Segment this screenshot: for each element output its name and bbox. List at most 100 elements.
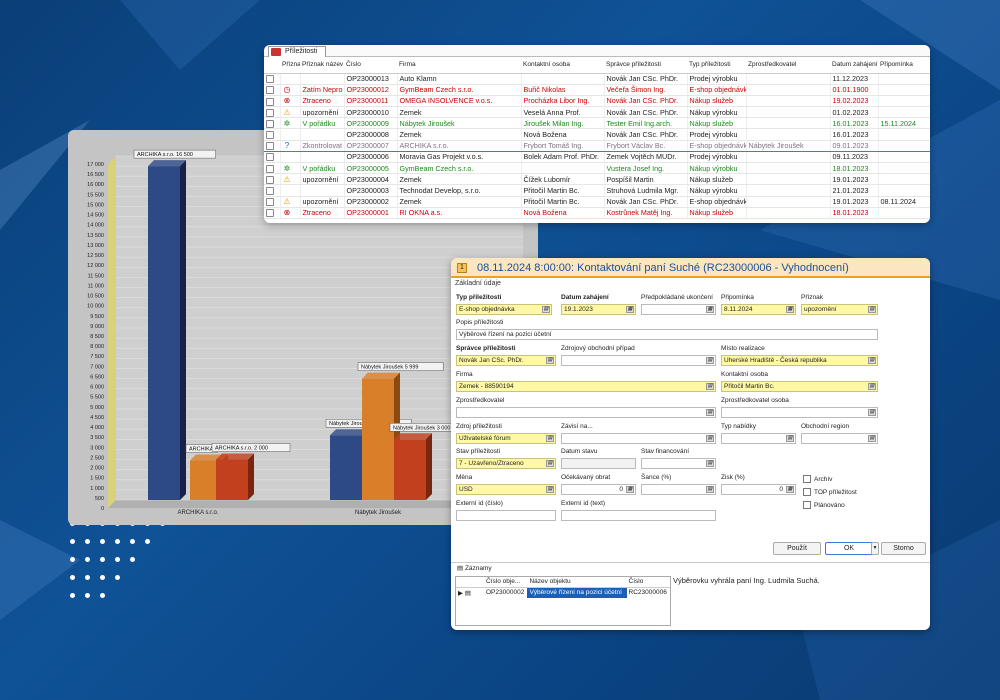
- popis-field[interactable]: Výběrové řízení na pozici účetní: [456, 329, 878, 340]
- lookup-icon[interactable]: ▤: [706, 409, 714, 416]
- lookup-icon[interactable]: ▤: [706, 435, 714, 442]
- mena-field[interactable]: USD ▤: [456, 484, 556, 495]
- zprost-field[interactable]: ▤: [456, 407, 716, 418]
- row-checkbox[interactable]: [266, 86, 274, 95]
- row-checkbox[interactable]: [266, 198, 274, 207]
- column-header[interactable]: Firma: [397, 57, 521, 74]
- lookup-icon[interactable]: ▤: [868, 435, 876, 442]
- sance-field[interactable]: ▤: [641, 484, 716, 495]
- region-field[interactable]: ▤: [801, 433, 878, 444]
- column-header[interactable]: Připomínka: [878, 57, 930, 74]
- calculator-icon[interactable]: ▦: [626, 486, 634, 493]
- column-header[interactable]: Číslo: [344, 57, 397, 74]
- calendar-icon[interactable]: ▦: [706, 306, 714, 313]
- column-header[interactable]: Zprostředkovatel: [746, 57, 830, 74]
- table-row[interactable]: OP23000003 Technodat Develop, s.r.o. Přito…: [264, 184, 930, 197]
- obrat-field[interactable]: 0 ▦: [561, 484, 636, 495]
- table-row[interactable]: ◷ Zatím Nepro OP23000012 GymBeam Czech s.r.…: [264, 84, 930, 96]
- table-row[interactable]: ⊗ Ztraceno OP23000011 OMEGA INSOLVENCE v.o.…: [264, 95, 930, 108]
- lookup-icon[interactable]: ▤: [868, 383, 876, 390]
- kontakt-field[interactable]: Přitočil Martin Bc. ▤: [721, 381, 878, 392]
- lookup-icon[interactable]: ▤: [546, 460, 554, 467]
- lookup-icon[interactable]: ▤: [546, 486, 554, 493]
- row-checkbox[interactable]: [266, 153, 274, 162]
- lookup-icon[interactable]: ▤: [546, 435, 554, 442]
- ext-text-field[interactable]: [561, 510, 716, 521]
- lookup-icon[interactable]: ▤: [542, 306, 550, 313]
- row-checkbox[interactable]: [266, 75, 274, 84]
- stav-fin-field[interactable]: ▤: [641, 458, 716, 469]
- table-row[interactable]: ? Zkontrolovat OP23000007 ARCHIKA s.r.o. Fry…: [264, 139, 930, 152]
- table-row[interactable]: OP23000008 Zemek Nová Božena Novák Jan CSc.…: [264, 128, 930, 141]
- row-checkbox[interactable]: [266, 131, 274, 140]
- lookup-icon[interactable]: ▤: [706, 460, 714, 467]
- row-checkbox[interactable]: [266, 119, 274, 128]
- misto-field[interactable]: Uherské Hradiště - Česká republika ▤: [721, 355, 878, 366]
- row-checkbox[interactable]: [266, 209, 274, 218]
- ok-button[interactable]: OK: [825, 542, 873, 555]
- tab-opportunities[interactable]: Příležitosti: [268, 46, 327, 57]
- close-icon[interactable]: [271, 48, 281, 56]
- row-checkbox[interactable]: [266, 175, 274, 184]
- calculator-icon[interactable]: ▦: [786, 486, 794, 493]
- zisk-field[interactable]: 0 ▦: [721, 484, 796, 495]
- records-header: ▤ Záznamy: [451, 562, 930, 574]
- records-row[interactable]: ▶ ▤ OP23000002 Výběrové řízení na pozici…: [456, 587, 670, 598]
- column-header[interactable]: Příznak název: [300, 57, 344, 74]
- dot: [70, 539, 75, 544]
- row-checkbox[interactable]: [266, 164, 274, 173]
- row-checkbox[interactable]: [266, 142, 274, 151]
- lookup-icon[interactable]: ▤: [706, 486, 714, 493]
- table-row[interactable]: ✲ V pořádku OP23000005 GymBeam Czech s.r.o.…: [264, 162, 930, 175]
- apply-button[interactable]: Použít: [773, 542, 821, 555]
- column-header[interactable]: Správce příležitosti: [604, 57, 687, 74]
- row-checkbox[interactable]: [266, 187, 274, 196]
- zdroj-obch-field[interactable]: ▤: [561, 355, 716, 366]
- top-checkbox[interactable]: [803, 488, 811, 496]
- cell-date: 11.12.2023: [830, 73, 879, 85]
- lookup-icon[interactable]: ▤: [868, 306, 876, 313]
- lookup-icon[interactable]: ▤: [546, 357, 554, 364]
- row-checkbox[interactable]: [266, 108, 274, 117]
- typ-field[interactable]: E-shop objednávka ▤: [456, 304, 552, 315]
- calendar-icon[interactable]: ▦: [786, 306, 794, 313]
- planovano-checkbox[interactable]: [803, 501, 811, 509]
- firma-field[interactable]: Zemek - 88590194 ▤: [456, 381, 716, 392]
- row-checkbox[interactable]: [266, 97, 274, 106]
- datum-field[interactable]: 19.1.2023 ▦: [561, 304, 636, 315]
- stav-field[interactable]: 7 - Uzavřeno/Ztraceno ▤: [456, 458, 556, 469]
- column-header[interactable]: Kontaktní osoba: [521, 57, 604, 74]
- column-header[interactable]: Datum zahájení: [830, 57, 878, 74]
- y-tick-label: 9 000: [90, 324, 104, 330]
- zavisi-field[interactable]: ▤: [561, 433, 716, 444]
- table-row[interactable]: ✲ V pořádku OP23000009 Nábytek Jiroušek Jiro…: [264, 117, 930, 130]
- priznak-field[interactable]: upozornění ▤: [801, 304, 878, 315]
- column-header[interactable]: Typ příležitosti: [687, 57, 746, 74]
- table-row[interactable]: ⚠ upozornění OP23000010 Zemek Veselá Anna Pr…: [264, 106, 930, 119]
- cancel-button[interactable]: Storno: [881, 542, 926, 555]
- zdroj-field[interactable]: Uživatelské fórum ▤: [456, 433, 556, 444]
- lookup-icon[interactable]: ▤: [786, 435, 794, 442]
- archiv-checkbox[interactable]: [803, 475, 811, 483]
- flag-icon: ⊗: [283, 96, 291, 106]
- table-row[interactable]: OP23000006 Moravia Gas Projekt v.o.s. Bole…: [264, 151, 930, 164]
- column-header[interactable]: Příznak: [280, 57, 300, 74]
- pripominka-field[interactable]: 8.11.2024 ▦: [721, 304, 796, 315]
- ukonceni-field[interactable]: ▦: [641, 304, 716, 315]
- lookup-icon[interactable]: ▤: [868, 409, 876, 416]
- lookup-icon[interactable]: ▤: [706, 357, 714, 364]
- ext-cislo-field[interactable]: [456, 510, 556, 521]
- ok-dropdown-icon[interactable]: ▼: [871, 542, 879, 555]
- table-row[interactable]: OP23000013 Auto Klamn Novák Jan CSc. PhDr.…: [264, 73, 930, 85]
- table-row[interactable]: ⊗ Ztraceno OP23000001 RI OKNA a.s. Nová Bože…: [264, 207, 930, 219]
- cell-manager: Kostrůnek Matěj Ing.: [604, 207, 688, 219]
- zprost-osoba-field[interactable]: ▤: [721, 407, 878, 418]
- spravce-field[interactable]: Novák Jan CSc. PhDr. ▤: [456, 355, 556, 366]
- lookup-icon[interactable]: ▤: [868, 357, 876, 364]
- calendar-icon[interactable]: ▦: [626, 306, 634, 313]
- table-row[interactable]: ⚠ upozornění OP23000004 Zemek Čížek Lubomír P…: [264, 173, 930, 186]
- dot: [100, 575, 105, 580]
- table-row[interactable]: ⚠ upozornění OP23000002 Zemek Přitočil Marti…: [264, 196, 930, 208]
- lookup-icon[interactable]: ▤: [706, 383, 714, 390]
- typ-nabidky-field[interactable]: ▤: [721, 433, 796, 444]
